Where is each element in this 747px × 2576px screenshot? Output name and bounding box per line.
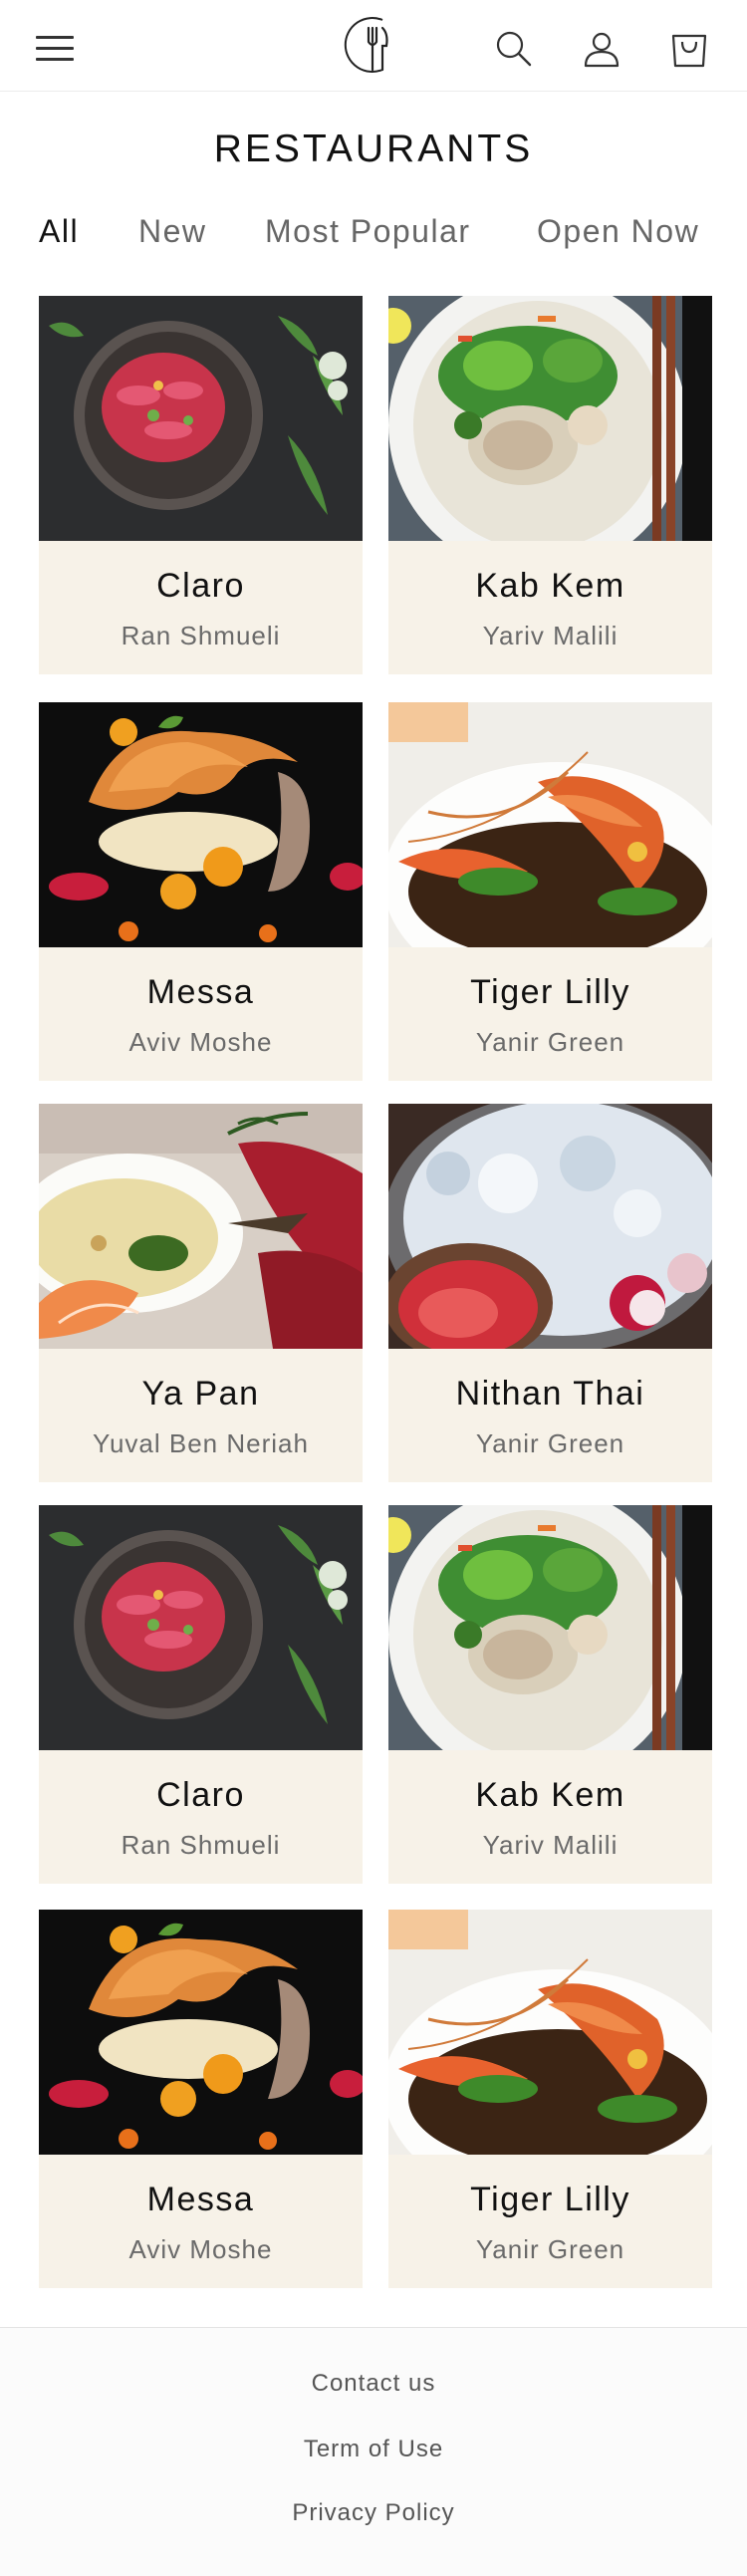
chef-name: Yanir Green — [475, 1428, 625, 1458]
chef-name: Aviv Moshe — [128, 1027, 273, 1057]
sashimi-platter-photo — [39, 1104, 363, 1349]
chef-name: Yanir Green — [475, 2234, 625, 2264]
restaurant-name: Kab Kem — [475, 567, 625, 605]
footer-link-terms[interactable]: Term of Use — [0, 2436, 747, 2463]
chef-name: Ran Shmueli — [121, 1830, 281, 1860]
hamburger-menu-icon[interactable] — [36, 34, 78, 64]
tab-new[interactable]: New — [138, 213, 207, 250]
chef-name: Yuval Ben Neriah — [93, 1428, 309, 1458]
sashimi-bowl-photo — [39, 1505, 363, 1750]
app-header — [0, 0, 747, 92]
chef-name: Yariv Malili — [482, 621, 619, 650]
noodle-salad-bowl-photo — [388, 296, 712, 541]
restaurant-card[interactable]: Messa Aviv Moshe — [39, 702, 363, 1081]
footer-link-privacy[interactable]: Privacy Policy — [0, 2499, 747, 2527]
restaurant-name: Kab Kem — [475, 1776, 625, 1814]
restaurant-card[interactable]: Kab Kem Yariv Malili — [388, 296, 712, 674]
noodle-salad-bowl-photo — [388, 1505, 712, 1750]
restaurant-card[interactable]: Claro Ran Shmueli — [39, 296, 363, 674]
restaurant-name: Messa — [146, 2181, 255, 2218]
sashimi-bowl-photo — [39, 296, 363, 541]
fork-knife-logo-icon[interactable] — [343, 14, 404, 76]
restaurant-name: Ya Pan — [141, 1375, 260, 1413]
restaurant-name: Tiger Lilly — [470, 2181, 630, 2218]
filter-tabs: All New Most Popular Open Now — [0, 213, 747, 263]
tab-all[interactable]: All — [39, 213, 79, 250]
tab-most-popular[interactable]: Most Popular — [265, 213, 471, 250]
chef-name: Yanir Green — [475, 1027, 625, 1057]
shopping-bag-icon[interactable] — [667, 28, 711, 72]
chef-name: Yariv Malili — [482, 1830, 619, 1860]
iced-tuna-photo — [388, 1104, 712, 1349]
plated-dessert-photo — [39, 1910, 363, 2155]
user-icon[interactable] — [580, 28, 623, 72]
restaurant-name: Tiger Lilly — [470, 973, 630, 1011]
restaurant-card[interactable]: Kab Kem Yariv Malili — [388, 1505, 712, 1884]
footer-link-contact[interactable]: Contact us — [0, 2370, 747, 2398]
search-icon[interactable] — [492, 28, 536, 72]
restaurant-name: Nithan Thai — [455, 1375, 645, 1413]
tab-open-now[interactable]: Open Now — [537, 213, 699, 250]
restaurant-name: Claro — [156, 567, 245, 605]
restaurant-card[interactable]: Tiger Lilly Yanir Green — [388, 1910, 712, 2288]
page-footer: Contact us Term of Use Privacy Policy — [0, 2327, 747, 2576]
restaurant-card[interactable]: Nithan Thai Yanir Green — [388, 1104, 712, 1482]
restaurant-name: Claro — [156, 1776, 245, 1814]
shrimp-dish-photo — [388, 702, 712, 947]
plated-dessert-photo — [39, 702, 363, 947]
restaurant-card[interactable]: Tiger Lilly Yanir Green — [388, 702, 712, 1081]
restaurant-name: Messa — [146, 973, 255, 1011]
page-title: RESTAURANTS — [213, 128, 534, 170]
chef-name: Aviv Moshe — [128, 2234, 273, 2264]
restaurant-card[interactable]: Ya Pan Yuval Ben Neriah — [39, 1104, 363, 1482]
restaurant-card[interactable]: Messa Aviv Moshe — [39, 1910, 363, 2288]
shrimp-dish-photo — [388, 1910, 712, 2155]
restaurant-card[interactable]: Claro Ran Shmueli — [39, 1505, 363, 1884]
chef-name: Ran Shmueli — [121, 621, 281, 650]
